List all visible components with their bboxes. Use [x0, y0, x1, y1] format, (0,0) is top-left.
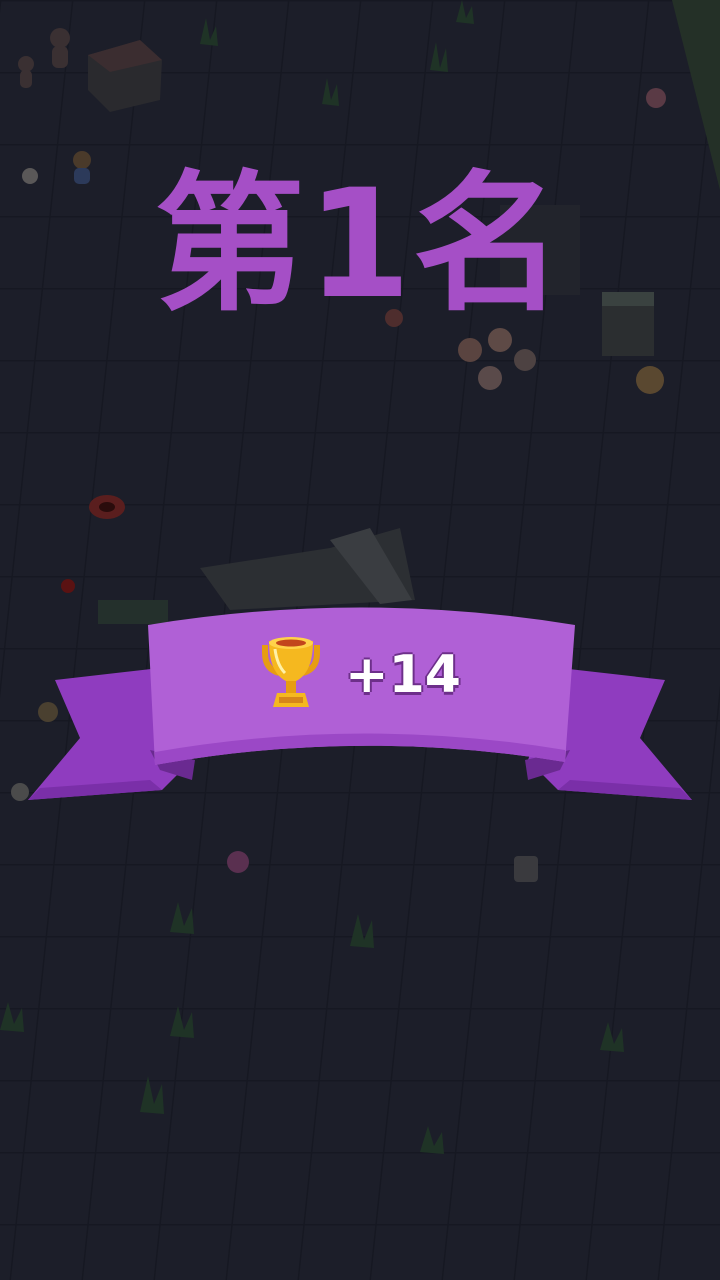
game-result-screen: 第1名 +14: [0, 0, 720, 1280]
trophy-icon: [262, 637, 320, 707]
reward-display: +14: [255, 630, 461, 720]
reward-value: +14: [345, 645, 461, 705]
rank-title: 第1名: [154, 158, 566, 332]
